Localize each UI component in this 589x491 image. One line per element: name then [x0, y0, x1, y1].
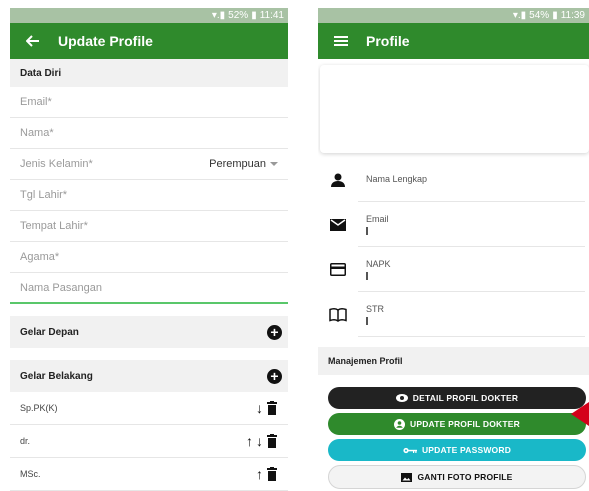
info-text: Email: [358, 202, 585, 247]
info-row-email: Email: [318, 202, 589, 247]
gelar-item: Sp.PK(K) ↓: [10, 392, 288, 425]
update-profil-label: UPDATE PROFIL DOKTER: [410, 419, 520, 429]
account-icon: [394, 418, 406, 430]
status-bar: ▾.▮ 54% ▮ 11:39: [318, 8, 589, 23]
info-label: Nama Lengkap: [366, 174, 428, 184]
info-value-cursor: [366, 226, 368, 235]
gelar-belakang-header: Gelar Belakang +: [10, 360, 288, 392]
update-password-label: UPDATE PASSWORD: [421, 445, 512, 455]
info-text: Nama Lengkap: [358, 157, 585, 202]
tgl-lahir-placeholder: Tgl Lahir*: [20, 189, 68, 201]
menu-icon[interactable]: [330, 35, 352, 47]
key-icon: [403, 447, 417, 453]
gelar-belakang-label: Gelar Belakang: [20, 370, 93, 382]
gelar-item-actions: ↑: [256, 467, 278, 481]
jenis-kelamin-label: Jenis Kelamin*: [20, 158, 93, 170]
nama-pasangan-placeholder: Nama Pasangan: [20, 281, 102, 294]
update-profile-screen: ▾.▮ 52% ▮ 11:41 Update Profile Data Diri…: [10, 8, 288, 491]
gelar-item: MSc. ↑: [10, 458, 288, 491]
battery-level: 52%: [228, 10, 249, 21]
info-text: STR: [358, 292, 585, 337]
clock: 11:41: [259, 10, 284, 21]
back-arrow-icon[interactable]: [22, 35, 44, 47]
trash-icon[interactable]: [266, 467, 278, 481]
nama-field[interactable]: Nama*: [10, 118, 288, 149]
add-gelar-depan-icon[interactable]: +: [267, 324, 282, 340]
red-pointer-arrow: [571, 402, 589, 426]
tempat-lahir-placeholder: Tempat Lahir*: [20, 220, 88, 232]
gelar-item: dr. ↑ ↓: [10, 425, 288, 458]
gelar-item-label: dr.: [20, 436, 31, 446]
clock: 11:39: [560, 10, 585, 21]
gelar-item-actions: ↑ ↓: [246, 434, 278, 448]
ganti-foto-label: GANTI FOTO PROFILE: [417, 472, 513, 482]
jenis-kelamin-value-wrap: Perempuan: [209, 158, 278, 170]
info-row-napk: NAPK: [318, 247, 589, 292]
jenis-kelamin-select[interactable]: Jenis Kelamin* Perempuan: [10, 149, 288, 180]
detail-profil-label: DETAIL PROFIL DOKTER: [412, 393, 519, 403]
nama-placeholder: Nama*: [20, 127, 54, 139]
eye-icon: [395, 394, 408, 402]
email-placeholder: Email*: [20, 96, 52, 108]
battery-icon: ▮: [251, 10, 257, 21]
image-icon: [401, 472, 413, 482]
battery-icon: ▮: [552, 10, 558, 21]
gelar-item-actions: ↓: [256, 401, 278, 415]
update-profil-button[interactable]: UPDATE PROFIL DOKTER: [328, 413, 586, 435]
mail-icon: [318, 218, 358, 231]
gelar-item-label: Sp.PK(K): [20, 403, 58, 413]
info-label: Email: [366, 213, 389, 224]
gelar-depan-header: Gelar Depan +: [10, 316, 288, 348]
trash-icon[interactable]: [266, 434, 278, 448]
detail-profil-button[interactable]: DETAIL PROFIL DOKTER: [328, 387, 586, 409]
page-title: Profile: [366, 33, 410, 49]
status-bar: ▾.▮ 52% ▮ 11:41: [10, 8, 288, 23]
app-bar: Profile: [318, 23, 589, 59]
info-value-cursor: [366, 271, 368, 280]
tgl-lahir-field[interactable]: Tgl Lahir*: [10, 180, 288, 211]
book-icon: [318, 307, 358, 322]
agama-field[interactable]: Agama*: [10, 242, 288, 273]
add-gelar-belakang-icon[interactable]: +: [267, 368, 282, 384]
jenis-kelamin-value: Perempuan: [209, 158, 266, 170]
info-label: STR: [366, 303, 384, 314]
arrow-up-icon[interactable]: ↑: [256, 467, 263, 481]
nama-pasangan-field[interactable]: Nama Pasangan: [10, 273, 288, 304]
ganti-foto-button[interactable]: GANTI FOTO PROFILE: [328, 465, 586, 489]
app-bar: Update Profile: [10, 23, 288, 59]
info-row-str: STR: [318, 292, 589, 337]
info-text: NAPK: [358, 247, 585, 292]
battery-level: 54%: [529, 10, 550, 21]
signal-icon: ▾.▮: [211, 10, 226, 21]
page-title: Update Profile: [58, 33, 153, 49]
card-icon: [318, 263, 358, 276]
info-value-cursor: [366, 316, 368, 325]
gelar-item-label: MSc.: [20, 469, 41, 479]
arrow-down-icon[interactable]: ↓: [256, 434, 263, 448]
person-icon: [318, 172, 358, 188]
info-row-nama: Nama Lengkap: [318, 157, 589, 202]
profile-screen: ▾.▮ 54% ▮ 11:39 Profile Nama Lengkap Ema…: [318, 8, 589, 491]
section-data-diri: Data Diri: [10, 59, 288, 87]
update-password-button[interactable]: UPDATE PASSWORD: [328, 439, 586, 461]
dropdown-caret-icon: [270, 162, 278, 166]
email-field[interactable]: Email*: [10, 87, 288, 118]
profile-card: [320, 65, 589, 153]
agama-placeholder: Agama*: [20, 251, 60, 263]
arrow-up-icon[interactable]: ↑: [246, 434, 253, 448]
tempat-lahir-field[interactable]: Tempat Lahir*: [10, 211, 288, 242]
info-label: NAPK: [366, 258, 391, 269]
arrow-down-icon[interactable]: ↓: [256, 401, 263, 415]
gelar-depan-label: Gelar Depan: [20, 326, 79, 338]
section-manajemen-profil: Manajemen Profil: [318, 347, 589, 375]
trash-icon[interactable]: [266, 401, 278, 415]
signal-icon: ▾.▮: [512, 10, 527, 21]
